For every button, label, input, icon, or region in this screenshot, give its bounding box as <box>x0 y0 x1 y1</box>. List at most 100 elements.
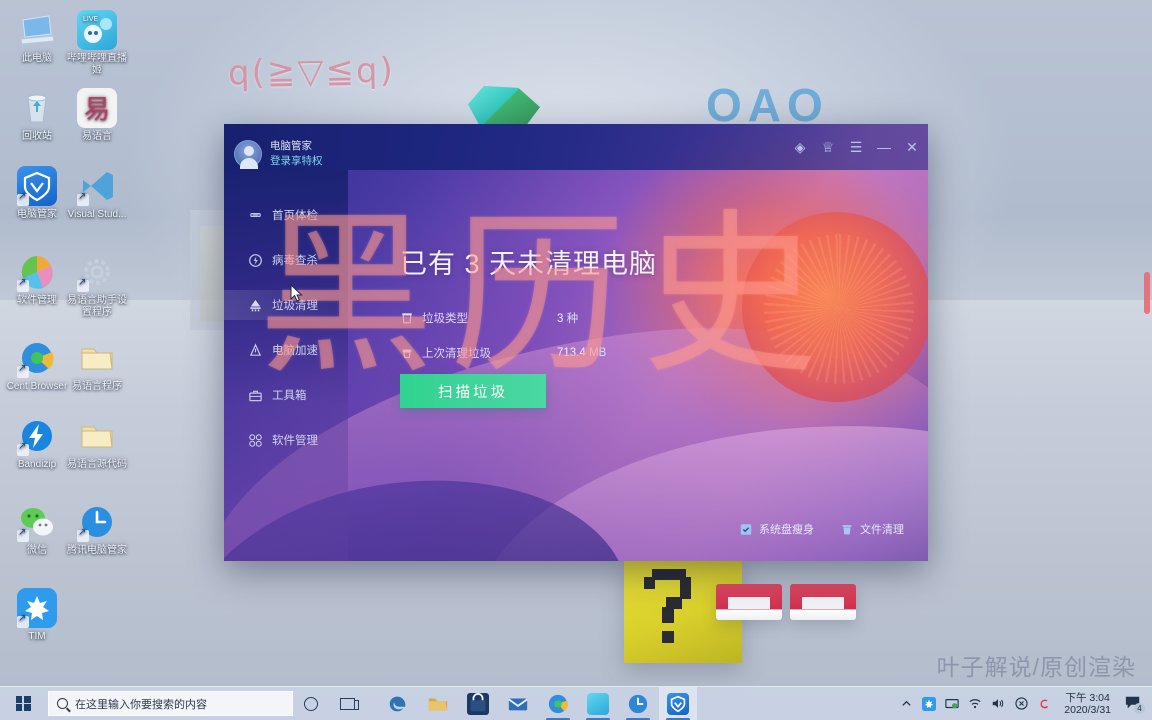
taskbar-app-mail[interactable] <box>499 687 537 720</box>
stat-number: 713.4 <box>557 347 586 359</box>
icon-label: 腾讯电脑管家 <box>67 545 127 556</box>
desktop-icon-software-manager[interactable]: 软件管理 <box>6 252 68 307</box>
screen-icon[interactable] <box>945 697 959 711</box>
last-clean-icon <box>400 346 414 360</box>
windows-logo-icon <box>15 696 31 711</box>
cent-browser-icon <box>17 338 57 378</box>
start-button[interactable] <box>0 687 46 720</box>
shortcut-overlay <box>17 613 29 628</box>
desktop-icon-bandizip[interactable]: Bandizip <box>6 416 68 471</box>
desktop-icon-pc-manager[interactable]: 电脑管家 <box>6 166 68 221</box>
taskbar-app-edge[interactable] <box>379 687 417 720</box>
software-manage-icon <box>248 433 263 448</box>
disk-slim-icon <box>739 522 753 537</box>
sidebar-item-virus-scan[interactable]: 病毒查杀 <box>224 245 348 275</box>
taskbar-clock[interactable]: 下午 3:04 2020/3/31 <box>1060 692 1115 716</box>
desktop-icon-recycle-bin[interactable]: 回收站 <box>6 88 68 143</box>
desktop-icon-grid: 此电脑 LIVE 哔哩哔哩直播姬 回收站 易 易语言 ↗ 电脑管家 ↗ Visu… <box>0 0 132 690</box>
task-view-button[interactable] <box>329 687 365 720</box>
icon-label: 易语言助手设置程序 <box>67 295 127 318</box>
sidebar-item-speedup[interactable]: 电脑加速 <box>224 335 348 365</box>
desktop-icon-tencent-pc-manager[interactable]: 腾讯电脑管家 <box>66 502 128 557</box>
bandizip-icon <box>17 416 57 456</box>
desktop-icon-bilibili-live[interactable]: LIVE 哔哩哔哩直播姬 <box>66 10 128 77</box>
feedback-leaf-icon[interactable]: ◈ <box>792 139 808 155</box>
desktop-icon-epl-source[interactable]: 易语言源代码 <box>66 416 128 471</box>
stat-value: 713.4 MB <box>557 347 606 359</box>
taskbar-app-file-explorer[interactable] <box>419 687 457 720</box>
microsoft-store-icon <box>467 692 489 715</box>
shortcut-overlay <box>17 363 29 378</box>
icon-label: 软件管理 <box>17 295 57 306</box>
tim-icon[interactable] <box>922 696 937 711</box>
video-watermark: 叶子解说/原创渲染 <box>936 654 1136 680</box>
icon-label: Visual Stud... <box>67 209 127 220</box>
icon-label: TIM <box>28 631 46 642</box>
icon-label: Cent Browser <box>6 381 68 392</box>
mail-icon <box>507 693 529 715</box>
taskbar-app-tencent-clock[interactable] <box>619 687 657 720</box>
action-x-icon[interactable] <box>1014 697 1028 711</box>
taskbar-app-cent-browser[interactable] <box>539 687 577 720</box>
stat-number: 3 <box>557 313 564 325</box>
cortana-button[interactable] <box>293 687 329 720</box>
minecraft-cart-prop-1 <box>716 584 782 620</box>
desktop-icon-epl-programs[interactable]: 易语言程序 <box>66 338 128 393</box>
scan-junk-button[interactable]: 扫描垃圾 <box>400 374 546 408</box>
search-icon <box>57 698 68 709</box>
stat-unit: 种 <box>566 313 579 325</box>
taskbar-app-microsoft-store[interactable] <box>459 687 497 720</box>
visual-studio-icon <box>77 166 117 206</box>
taskbar-app-pc-manager[interactable] <box>659 686 697 720</box>
chevron-up-icon[interactable] <box>899 697 913 711</box>
desktop-icon-wechat[interactable]: 微信 <box>6 502 68 557</box>
link-file-clean[interactable]: 文件清理 <box>840 521 904 537</box>
taskbar: 在这里输入你要搜索的内容 下午 3:04 2020/3/31 4 <box>0 686 1152 720</box>
taskbar-app-bilibili-live[interactable] <box>579 687 617 720</box>
cent-browser-icon <box>547 693 569 715</box>
sidebar-item-software-manage[interactable]: 软件管理 <box>224 425 348 455</box>
mouse-cursor <box>290 283 303 303</box>
sogou-icon[interactable] <box>1037 697 1051 711</box>
sidebar-item-label: 电脑加速 <box>272 345 318 357</box>
desktop-icon-epl-assistant[interactable]: 易语言助手设置程序 <box>66 252 128 319</box>
desktop-icon-cent-browser[interactable]: Cent Browser <box>6 338 68 393</box>
pc-manager-window[interactable]: ◈ ♕ ☰ — ✕ 电脑管家 登录享特权 首页体检 病毒查杀 垃圾清理 电脑加速… <box>224 124 928 561</box>
minimize-icon[interactable]: — <box>876 139 892 155</box>
taskbar-search[interactable]: 在这里输入你要搜索的内容 <box>48 691 293 716</box>
account-login-link[interactable]: 登录享特权 <box>270 155 323 168</box>
scrollbar-thumb[interactable] <box>1144 272 1150 314</box>
stat-unit: MB <box>588 347 607 359</box>
shortcut-overlay <box>77 191 89 206</box>
question-mark-glyph <box>640 569 706 647</box>
bilibili-live-icon: LIVE <box>77 10 117 50</box>
skin-shirt-icon[interactable]: ♕ <box>820 139 836 155</box>
wifi-icon[interactable] <box>968 697 982 711</box>
sidebar-item-toolbox[interactable]: 工具箱 <box>224 380 348 410</box>
shortcut-overlay <box>17 191 29 206</box>
recycle-bin-icon <box>17 88 57 128</box>
file-explorer-icon <box>427 693 449 715</box>
desktop-icon-tim[interactable]: TIM <box>6 588 68 643</box>
icon-label: 易语言 <box>82 131 112 142</box>
desktop-icon-epl[interactable]: 易 易语言 <box>66 88 128 143</box>
notification-center-button[interactable]: 4 <box>1124 695 1145 714</box>
icon-label: 回收站 <box>22 131 52 142</box>
link-disk-slim[interactable]: 系统盘瘦身 <box>739 521 814 537</box>
window-controls: ◈ ♕ ☰ — ✕ <box>792 124 920 170</box>
desktop-icon-this-pc[interactable]: 此电脑 <box>6 10 68 65</box>
menu-icon[interactable]: ☰ <box>848 139 864 155</box>
account-name: 电脑管家 <box>270 140 312 152</box>
desktop-icon-visual-studio[interactable]: Visual Stud... <box>66 166 128 221</box>
software-manager-icon <box>17 252 57 292</box>
sidebar-item-label: 首页体检 <box>272 210 318 222</box>
shortcut-overlay <box>17 441 29 456</box>
close-icon[interactable]: ✕ <box>904 139 920 155</box>
account-block[interactable]: 电脑管家 登录享特权 <box>234 132 358 176</box>
volume-icon[interactable] <box>991 697 1005 711</box>
clock-time: 下午 3:04 <box>1065 691 1110 704</box>
sidebar-item-junk-cleanup[interactable]: 垃圾清理 <box>224 290 348 320</box>
sidebar-item-home-checkup[interactable]: 首页体检 <box>224 200 348 230</box>
folder-icon <box>77 416 117 456</box>
toolbox-icon <box>248 388 263 403</box>
